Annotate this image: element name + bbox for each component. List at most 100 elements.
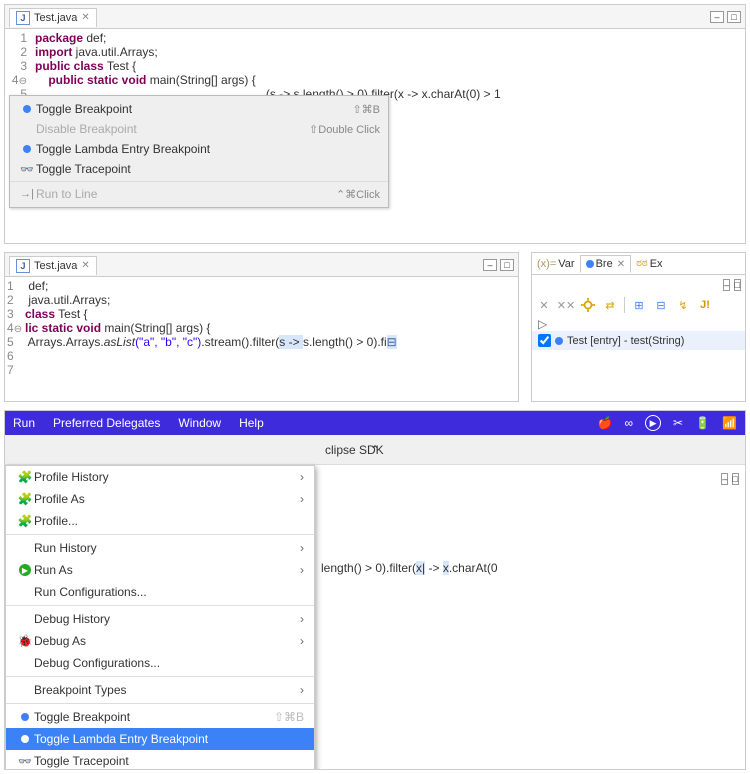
menu-help[interactable]: Help	[239, 416, 264, 430]
wifi-icon: 📶	[722, 416, 737, 430]
profile-icon: 🧩	[16, 514, 34, 528]
menu-breakpoint-types[interactable]: Breakpoint Types›	[6, 679, 314, 701]
maximize-icon[interactable]: □	[732, 473, 739, 485]
gear-icon[interactable]	[580, 297, 596, 313]
menu-label: Disable Breakpoint	[36, 122, 137, 136]
menu-separator	[10, 181, 388, 182]
java-file-icon: J	[16, 11, 30, 25]
profile-icon: 🧩	[16, 492, 34, 506]
breakpoint-icon	[18, 145, 36, 153]
expand-all-icon[interactable]: ⊞	[631, 297, 647, 313]
menu-debug-configurations[interactable]: Debug Configurations...	[6, 652, 314, 674]
code-area[interactable]: 1package def; 2import java.util.Arrays; …	[5, 29, 745, 103]
run-to-line-icon: →|	[18, 188, 36, 200]
menu-run[interactable]: Run	[13, 416, 35, 430]
menu-toggle-lambda-breakpoint[interactable]: Toggle Lambda Entry Breakpoint	[10, 139, 388, 159]
lambda-selection: s ->	[279, 335, 303, 349]
play-icon: ▶	[645, 415, 661, 431]
java-file-icon: J	[16, 259, 30, 273]
skip-icon[interactable]: ↯	[675, 297, 691, 313]
minimize-icon[interactable]: –	[723, 279, 730, 291]
breakpoint-icon	[18, 105, 36, 113]
menu-label: Run to Line	[36, 187, 97, 201]
code-fragment: length() > 0).filter(x| -> x.charAt(0	[319, 559, 498, 578]
breakpoint-icon	[586, 260, 594, 268]
close-icon[interactable]: ✕	[81, 12, 89, 23]
chevron-right-icon: ›	[300, 492, 304, 506]
minimize-icon[interactable]: –	[710, 11, 724, 23]
menubar-status-icons: 🍎 ∞ ▶ ✂︎ 🔋 📶	[598, 415, 737, 431]
menu-label: Toggle Lambda Entry Breakpoint	[36, 142, 210, 156]
tab-test-java[interactable]: J Test.java ✕	[9, 256, 97, 275]
status-icon: ∞	[624, 416, 633, 430]
maximize-icon[interactable]: □	[734, 279, 741, 291]
ruler-context-menu: Toggle Breakpoint ⇧⌘B Disable Breakpoint…	[9, 95, 389, 208]
menu-toggle-tracepoint[interactable]: 👓 Toggle Tracepoint	[6, 750, 314, 770]
battery-icon: 🔋	[695, 416, 710, 430]
menu-window[interactable]: Window	[178, 416, 221, 430]
menu-toggle-tracepoint[interactable]: 👓 Toggle Tracepoint	[10, 159, 388, 179]
tab-test-java[interactable]: J Test.java ✕	[9, 8, 97, 27]
breakpoint-icon	[16, 735, 34, 743]
app-title: clipse SDK	[325, 443, 384, 457]
breakpoint-entry[interactable]: Test [entry] - test(String)	[532, 331, 745, 350]
editor-tab-bar: J Test.java ✕ – □	[5, 253, 518, 277]
status-icon: ✂︎	[673, 416, 683, 430]
menu-disable-breakpoint: Disable Breakpoint ⇧Double Click	[10, 119, 388, 139]
minimize-icon[interactable]: –	[483, 259, 497, 271]
menu-shortcut: ⇧Double Click	[309, 123, 380, 136]
menu-toggle-lambda-breakpoint[interactable]: Toggle Lambda Entry Breakpoint	[6, 728, 314, 750]
collapse-all-icon[interactable]: ⊟	[653, 297, 669, 313]
menu-shortcut: ⌃⌘Click	[336, 188, 380, 201]
menu-shortcut: ⇧⌘B	[352, 103, 380, 116]
tab-expressions[interactable]: ಠಠEx	[631, 255, 667, 272]
menu-profile-history[interactable]: 🧩 Profile History›	[6, 466, 314, 488]
tab-variables[interactable]: (x)=Var	[532, 256, 580, 272]
run-menu-dropdown: 🧩 Profile History› 🧩 Profile As› 🧩 Profi…	[5, 465, 315, 770]
tab-title: Test.java	[34, 260, 77, 272]
menu-run-history[interactable]: Run History›	[6, 537, 314, 559]
breakpoint-label: Test [entry] - test(String)	[567, 335, 684, 347]
menu-label: Toggle Breakpoint	[36, 102, 132, 116]
bug-icon: 🐞	[16, 634, 34, 648]
profile-icon: 🧩	[16, 470, 34, 484]
menu-toggle-breakpoint[interactable]: Toggle Breakpoint ⇧⌘B	[10, 99, 388, 119]
app-toolbar: ⌃ clipse SDK	[5, 435, 745, 465]
chevron-right-icon: ›	[300, 470, 304, 484]
tab-breakpoints[interactable]: Bre✕	[580, 255, 632, 273]
menu-label: Toggle Tracepoint	[36, 162, 131, 176]
close-icon[interactable]: ✕	[81, 260, 89, 271]
menu-profile[interactable]: 🧩 Profile...	[6, 510, 314, 532]
breakpoint-checkbox[interactable]	[538, 334, 551, 347]
menu-run-configurations[interactable]: Run Configurations...	[6, 581, 314, 603]
menu-preferred-delegates[interactable]: Preferred Delegates	[53, 416, 160, 430]
menu-debug-as[interactable]: 🐞 Debug As›	[6, 630, 314, 652]
breakpoint-icon	[555, 337, 563, 345]
menu-run-to-line: →| Run to Line ⌃⌘Click	[10, 184, 388, 204]
tracepoint-icon: 👓	[16, 755, 34, 768]
fold-icon[interactable]: ⊖	[19, 76, 27, 87]
menu-debug-history[interactable]: Debug History›	[6, 608, 314, 630]
apple-icon: 🍎	[598, 416, 613, 430]
remove-all-icon[interactable]: ✕✕	[558, 297, 574, 313]
remove-icon[interactable]: ✕	[536, 297, 552, 313]
run-icon: ▶	[16, 564, 34, 576]
code-area[interactable]: 1 def; 2 java.util.Arrays; 3class Test {…	[5, 277, 518, 379]
link-icon[interactable]: ⇄	[602, 297, 618, 313]
tracepoint-icon: 👓	[18, 163, 36, 176]
menubar: Run Preferred Delegates Window Help 🍎 ∞ …	[5, 411, 745, 435]
fold-icon[interactable]: ⊖	[14, 324, 22, 335]
maximize-icon[interactable]: □	[500, 259, 514, 271]
overflow-icon[interactable]: ⊟	[387, 335, 397, 349]
minimize-icon[interactable]: –	[721, 473, 728, 485]
menu-profile-as[interactable]: 🧩 Profile As›	[6, 488, 314, 510]
menu-run-as[interactable]: ▶ Run As›	[6, 559, 314, 581]
breakpoints-view-tabs: (x)=Var Bre✕ ಠಠEx	[532, 253, 745, 275]
tab-title: Test.java	[34, 12, 77, 24]
jexception-icon[interactable]: J!	[697, 297, 713, 313]
tree-expand-icon[interactable]: ▷	[532, 317, 745, 331]
menu-toggle-breakpoint[interactable]: Toggle Breakpoint⇧⌘B	[6, 706, 314, 728]
breakpoints-toolbar: ✕ ✕✕ ⇄ ⊞ ⊟ ↯ J!	[532, 293, 745, 317]
breakpoint-icon	[16, 713, 34, 721]
maximize-icon[interactable]: □	[727, 11, 741, 23]
